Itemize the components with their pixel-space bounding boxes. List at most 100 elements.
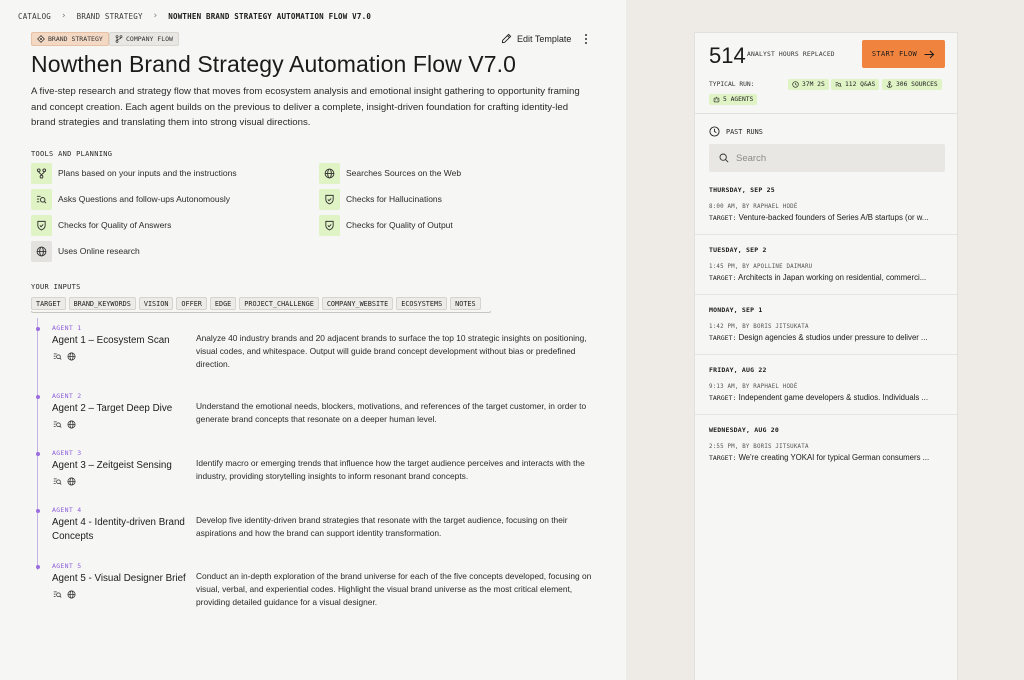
run-target[interactable]: TARGET: Independent game developers & st… bbox=[709, 393, 945, 402]
agent-timeline-line bbox=[37, 318, 38, 570]
input-chip-ecosystems[interactable]: ECOSYSTEMS bbox=[396, 297, 448, 310]
search-input[interactable] bbox=[736, 152, 936, 164]
run-meta: 9:13 AM, BY RAPHAEL HODÉ bbox=[709, 384, 798, 390]
diamond-icon bbox=[37, 35, 45, 43]
agent-name: Agent 1 – Ecosystem Scan bbox=[52, 335, 170, 346]
arrow-right-icon bbox=[924, 50, 935, 58]
agents-badge: 5 AGENTS bbox=[709, 94, 758, 105]
input-chip-brand-keywords[interactable]: BRAND_KEYWORDS bbox=[68, 297, 136, 310]
past-runs-search[interactable] bbox=[709, 144, 945, 172]
run-meta: 1:42 PM, BY BORIS JITSUKATA bbox=[709, 324, 809, 330]
timeline-dot bbox=[36, 509, 40, 513]
agent-tool-icons bbox=[53, 420, 192, 429]
run-target-text: Architects in Japan working on residenti… bbox=[738, 273, 927, 282]
run-target[interactable]: TARGET: We're creating YOKAI for typical… bbox=[709, 453, 945, 462]
breadcrumb-current: NOWTHEN BRAND STRATEGY AUTOMATION FLOW V… bbox=[168, 11, 372, 21]
tool-item: Plans based on your inputs and the instr… bbox=[31, 162, 237, 184]
divider bbox=[695, 234, 957, 235]
more-options-icon[interactable] bbox=[582, 33, 590, 45]
run-date: MONDAY, SEP 1 bbox=[709, 306, 763, 314]
tools-section-label: TOOLS AND PLANNING bbox=[31, 150, 113, 158]
input-chip-notes[interactable]: NOTES bbox=[450, 297, 481, 310]
analyst-hours-label: ANALYST HOURS REPLACED bbox=[747, 51, 835, 58]
brand-strategy-tag[interactable]: BRAND STRATEGY bbox=[31, 32, 109, 46]
timeline-dot bbox=[36, 327, 40, 331]
robot-icon bbox=[713, 96, 720, 103]
brand-strategy-tag-label: BRAND STRATEGY bbox=[48, 35, 103, 43]
company-flow-tag[interactable]: COMPANY FLOW bbox=[109, 32, 179, 46]
breadcrumb: CATALOG › BRAND STRATEGY › NOWTHEN BRAND… bbox=[18, 11, 371, 21]
list-search-icon bbox=[31, 188, 52, 210]
past-runs-label: PAST RUNS bbox=[726, 127, 763, 136]
run-target[interactable]: TARGET: Design agencies & studios under … bbox=[709, 333, 945, 342]
branch-icon bbox=[31, 162, 52, 184]
edit-template-button[interactable]: Edit Template bbox=[501, 33, 571, 44]
agent-step-2[interactable]: AGENT 2 Agent 2 – Target Deep Dive bbox=[36, 392, 192, 429]
agent-number: AGENT 2 bbox=[52, 392, 82, 400]
chevron-right-icon: › bbox=[61, 11, 67, 21]
agent-name: Agent 4 - Identity-driven Brand Concepts bbox=[52, 517, 185, 542]
run-date: THURSDAY, SEP 25 bbox=[709, 186, 775, 194]
tool-label: Plans based on your inputs and the instr… bbox=[58, 168, 237, 178]
edit-template-label: Edit Template bbox=[517, 33, 572, 44]
agent-step-4[interactable]: AGENT 4 Agent 4 - Identity-driven Brand … bbox=[36, 506, 192, 544]
run-target-text: We're creating YOKAI for typical German … bbox=[738, 453, 930, 462]
tool-label: Checks for Quality of Answers bbox=[58, 220, 172, 230]
flow-summary-card: 514 ANALYST HOURS REPLACED START FLOW TY… bbox=[694, 32, 958, 680]
run-date: FRIDAY, AUG 22 bbox=[709, 366, 767, 374]
list-search-icon bbox=[835, 82, 842, 88]
tool-item: Checks for Hallucinations bbox=[319, 188, 442, 210]
input-chip-target[interactable]: TARGET bbox=[31, 297, 66, 310]
timeline-dot bbox=[36, 565, 40, 569]
duration-value: 37M 2S bbox=[802, 81, 825, 88]
run-target-text: Venture-backed founders of Series A/B st… bbox=[738, 213, 929, 222]
agent-number: AGENT 5 bbox=[52, 562, 82, 570]
tool-item: Uses Online research bbox=[31, 240, 140, 262]
agent-step-3[interactable]: AGENT 3 Agent 3 – Zeitgeist Sensing bbox=[36, 449, 192, 486]
agent-name: Agent 3 – Zeitgeist Sensing bbox=[52, 460, 172, 471]
sources-badge: 306 SOURCES bbox=[882, 79, 942, 90]
agent-name: Agent 2 – Target Deep Dive bbox=[52, 403, 173, 414]
agent-number: AGENT 3 bbox=[52, 449, 82, 457]
clock-icon bbox=[792, 81, 799, 88]
start-flow-label: START FLOW bbox=[871, 50, 918, 58]
agent-description: Understand the emotional needs, blockers… bbox=[196, 401, 587, 425]
list-search-icon bbox=[53, 591, 62, 598]
run-date: TUESDAY, SEP 2 bbox=[709, 246, 767, 254]
input-chip-vision[interactable]: VISION bbox=[138, 297, 174, 310]
agent-step-1[interactable]: AGENT 1 Agent 1 – Ecosystem Scan bbox=[36, 324, 192, 361]
globe-icon bbox=[31, 240, 52, 262]
globe-icon bbox=[67, 477, 76, 486]
input-chip-offer[interactable]: OFFER bbox=[176, 297, 207, 310]
shield-check-icon bbox=[31, 214, 52, 236]
tool-label: Asks Questions and follow-ups Autonomous… bbox=[58, 194, 230, 204]
input-chip-project-challenge[interactable]: PROJECT_CHALLENGE bbox=[239, 297, 319, 310]
agent-number: AGENT 1 bbox=[52, 324, 82, 332]
company-flow-tag-label: COMPANY FLOW bbox=[126, 35, 173, 43]
list-search-icon bbox=[53, 353, 62, 360]
breadcrumb-brand-strategy[interactable]: BRAND STRATEGY bbox=[77, 12, 143, 21]
agent-step-5[interactable]: AGENT 5 Agent 5 - Visual Designer Brief bbox=[36, 562, 192, 599]
branch-icon bbox=[115, 35, 123, 43]
divider bbox=[695, 113, 957, 114]
run-target[interactable]: TARGET: Venture-backed founders of Serie… bbox=[709, 213, 945, 222]
run-target-text: Independent game developers & studios. I… bbox=[738, 393, 928, 402]
run-target[interactable]: TARGET: Architects in Japan working on r… bbox=[709, 273, 945, 282]
duration-badge: 37M 2S bbox=[788, 79, 829, 90]
qas-badge: 112 Q&AS bbox=[831, 79, 880, 90]
shield-check-icon bbox=[319, 188, 340, 210]
search-icon bbox=[719, 153, 729, 163]
run-target-label: TARGET: bbox=[709, 394, 737, 402]
breadcrumb-catalog[interactable]: CATALOG bbox=[18, 12, 51, 21]
agent-description: Identify macro or emerging trends that i… bbox=[196, 458, 585, 482]
start-flow-button[interactable]: START FLOW bbox=[862, 40, 945, 68]
agent-tool-icons bbox=[53, 477, 192, 486]
input-chip-edge[interactable]: EDGE bbox=[209, 297, 237, 310]
list-search-icon bbox=[53, 478, 62, 485]
agent-tool-icons bbox=[53, 352, 192, 361]
inputs-bracket bbox=[31, 311, 491, 313]
clock-icon bbox=[709, 126, 720, 137]
input-chip-company-website[interactable]: COMPANY_WEBSITE bbox=[321, 297, 394, 310]
pencil-icon bbox=[501, 33, 512, 44]
timeline-dot bbox=[36, 395, 40, 399]
